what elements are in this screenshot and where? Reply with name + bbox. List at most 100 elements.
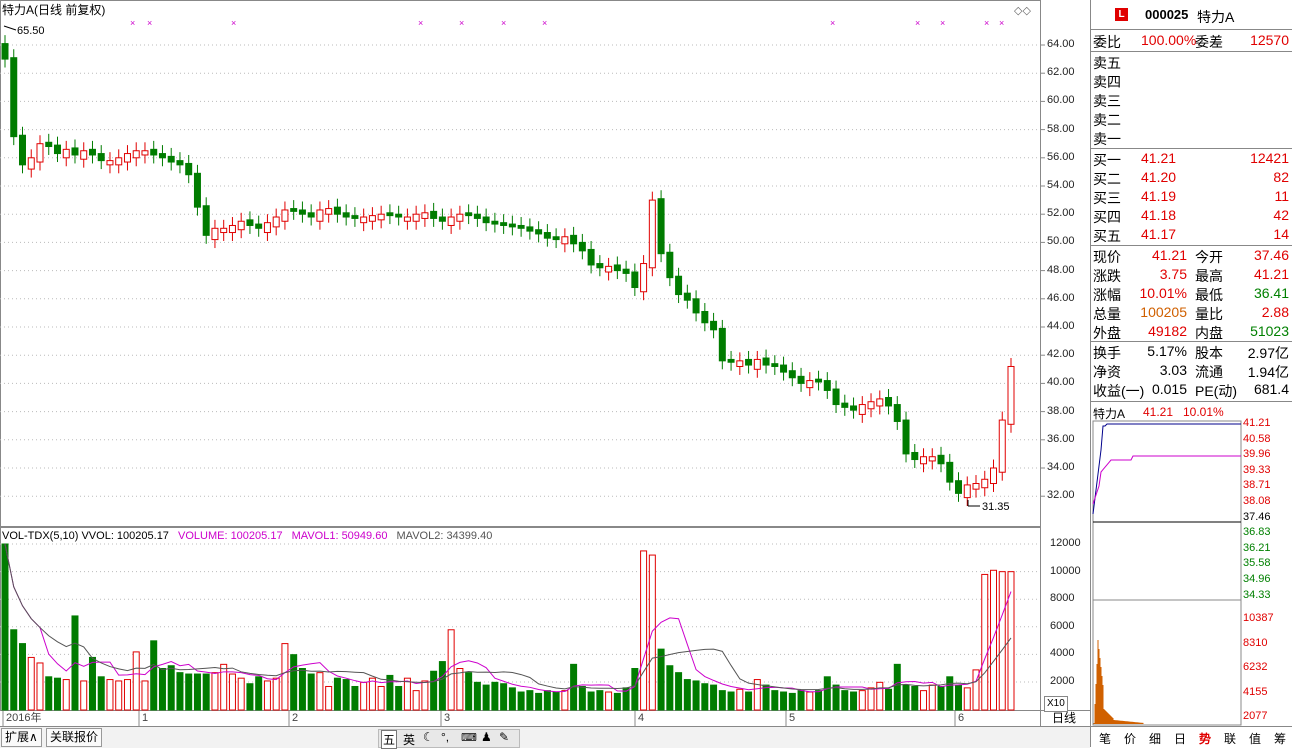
candle-body	[298, 209, 306, 215]
related-quote-button[interactable]: 关联报价	[46, 728, 103, 747]
candle-body	[342, 212, 350, 218]
ime-lang[interactable]: 英	[403, 731, 415, 748]
intraday-price-tick: 36.21	[1243, 541, 1271, 554]
wrench-icon[interactable]: ✎	[499, 730, 509, 744]
candle-body	[902, 419, 910, 455]
event-marker[interactable]: ×	[999, 18, 1004, 28]
candle-body	[430, 210, 438, 219]
volume-bar	[62, 679, 70, 711]
event-marker[interactable]: ×	[940, 18, 945, 28]
volume-bar	[281, 643, 289, 711]
stat-label: 换手	[1093, 345, 1121, 361]
kline-svg[interactable]: × × × × × × × × × × × ×	[0, 0, 1090, 726]
period-label[interactable]: 日线	[1052, 711, 1076, 725]
intraday-price-tick: 34.96	[1243, 573, 1271, 585]
volume-bar	[202, 673, 210, 711]
volume-bar	[640, 550, 648, 711]
event-marker[interactable]: ×	[984, 18, 989, 28]
candle-body	[1, 43, 9, 60]
volume-bar	[561, 690, 569, 711]
date-label: 4	[638, 712, 645, 724]
event-marker[interactable]: ×	[542, 18, 547, 28]
price-tick: 56.00	[1047, 150, 1075, 163]
candle-body	[193, 172, 201, 208]
volume-bar	[701, 683, 709, 711]
volume-bar	[45, 676, 53, 711]
stat-label: 净资	[1093, 364, 1121, 380]
stat-value: 100205	[1140, 304, 1187, 320]
order-price: 41.17	[1141, 226, 1177, 242]
price-tick: 48.00	[1047, 263, 1075, 276]
volume-bar	[736, 688, 744, 711]
candle-body	[710, 320, 718, 331]
price-tick: 60.00	[1047, 94, 1075, 107]
quote-tab[interactable]: 筹	[1270, 730, 1290, 747]
order-row: 卖四	[1093, 71, 1291, 90]
event-marker[interactable]: ×	[418, 18, 423, 28]
date-label: 5	[789, 712, 796, 724]
event-marker[interactable]: ×	[231, 18, 236, 28]
quote-tab[interactable]: 势	[1195, 730, 1215, 747]
intraday-volume-tick: 4155	[1243, 685, 1268, 698]
volume-bar	[762, 684, 770, 711]
candle-body	[482, 216, 490, 224]
candle-body	[132, 150, 140, 159]
quote-tab[interactable]: 值	[1245, 730, 1265, 747]
order-label: 买二	[1093, 171, 1121, 187]
event-marker[interactable]: ×	[130, 18, 135, 28]
order-row: 买一 41.21 12421	[1093, 149, 1291, 168]
stat-row: 涨跌 3.75 最高 41.21	[1093, 265, 1291, 284]
candle-body	[998, 419, 1006, 473]
intraday-price-line	[1092, 423, 1241, 515]
keyboard-icon[interactable]: ⌨	[461, 731, 477, 744]
intraday-price-tick: 41.21	[1243, 417, 1271, 429]
candle-body	[27, 157, 35, 170]
ime-mode[interactable]: 五	[381, 730, 398, 749]
candle-body	[692, 298, 700, 314]
candle-body	[438, 216, 446, 222]
event-marker[interactable]: ×	[147, 18, 152, 28]
volume-bar	[788, 692, 796, 711]
volume-bar	[823, 676, 831, 711]
expand-button[interactable]: 扩展∧	[1, 728, 42, 747]
quote-tab[interactable]: 日	[1170, 730, 1190, 747]
stat-value: 37.46	[1253, 247, 1289, 263]
volume-bar	[858, 690, 866, 711]
volume-bar	[893, 663, 901, 711]
candle-body	[185, 162, 193, 176]
volume-bar	[377, 685, 385, 711]
order-price: 41.19	[1141, 188, 1177, 204]
event-marker[interactable]: ×	[830, 18, 835, 28]
candle-body	[806, 380, 814, 389]
event-marker[interactable]: ×	[501, 18, 506, 28]
volume-bar	[990, 569, 998, 711]
volume-bar	[508, 687, 516, 711]
user-icon[interactable]: ♟	[481, 730, 492, 744]
volume-bar	[526, 690, 534, 711]
event-marker[interactable]: ×	[915, 18, 920, 28]
quote-tab[interactable]: 联	[1220, 730, 1240, 747]
quote-tab[interactable]: 价	[1120, 730, 1140, 747]
order-row: 买三 41.19 11	[1093, 187, 1291, 206]
quote-tab[interactable]: 细	[1145, 730, 1165, 747]
volume-bar	[316, 672, 324, 711]
event-marker[interactable]: ×	[459, 18, 464, 28]
candle-body	[578, 241, 586, 252]
intraday-chart[interactable]: 特力A 41.21 10.01% 41.21 40.58 39.96 39.33 38.…	[1091, 404, 1292, 726]
quote-tabs: 笔价细日势联值筹	[1091, 726, 1292, 748]
candle-body	[823, 380, 831, 391]
date-label: 3	[444, 712, 451, 724]
volume-value: VOLUME: 100205.17	[178, 530, 283, 542]
diamond-icon[interactable]: ◇◇	[1014, 4, 1031, 18]
quote-tab[interactable]: 笔	[1095, 730, 1115, 747]
punct-icon[interactable]: °,	[441, 730, 449, 744]
candle-body	[745, 358, 753, 366]
volume-bar	[928, 684, 936, 711]
volume-bar	[325, 685, 333, 711]
volume-bar	[115, 680, 123, 711]
volume-bar	[535, 692, 543, 711]
intraday-volume-tick: 2077	[1243, 710, 1268, 723]
moon-icon[interactable]: ☾	[423, 730, 434, 744]
volume-bar	[482, 684, 490, 711]
kline-chart-area[interactable]: × × × × × × × × × × × × 特力A(日线 前复权) 65.50 31.35 ◇◇ …	[0, 0, 1090, 747]
